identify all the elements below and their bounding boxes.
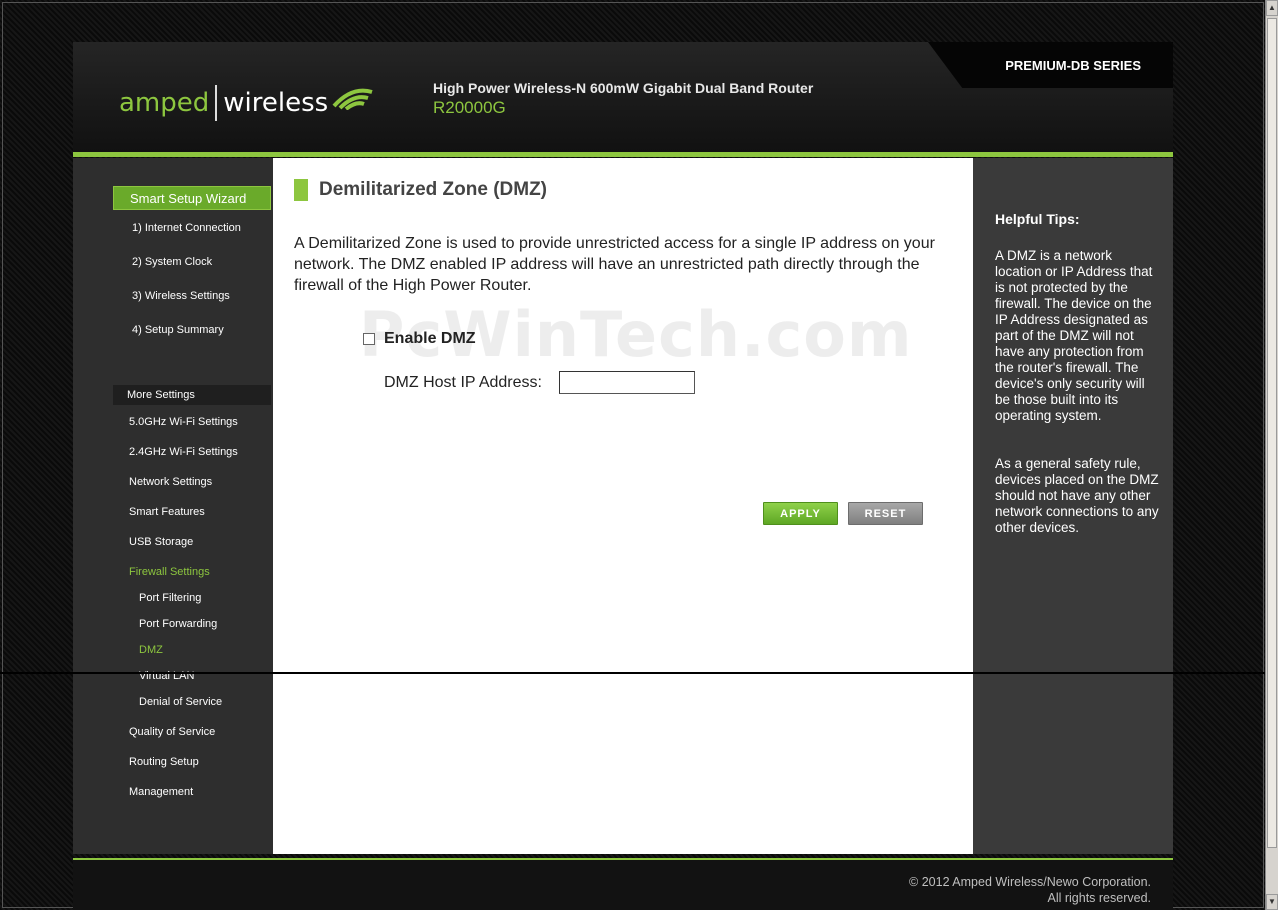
page-title: Demilitarized Zone (DMZ) xyxy=(319,179,548,200)
sidebar-item-system-clock[interactable]: 2) System Clock xyxy=(132,256,212,268)
sidebar-nav: Smart Setup Wizard 1) Internet Connectio… xyxy=(113,158,273,854)
sidebar-item-usb-storage[interactable]: USB Storage xyxy=(129,536,193,548)
series-badge: PREMIUM-DB SERIES xyxy=(928,42,1173,88)
copyright: © 2012 Amped Wireless/Newo Corporation. … xyxy=(909,874,1151,906)
sidebar-item-routing-setup[interactable]: Routing Setup xyxy=(129,756,199,768)
sidebar-item-internet-connection[interactable]: 1) Internet Connection xyxy=(132,222,241,234)
sidebar-item-5ghz-wifi[interactable]: 5.0GHz Wi-Fi Settings xyxy=(129,416,238,428)
sidebar-item-wireless-settings[interactable]: 3) Wireless Settings xyxy=(132,290,230,302)
sidebar-item-port-filtering[interactable]: Port Filtering xyxy=(139,592,201,604)
scrollbar-thumb[interactable] xyxy=(1267,18,1277,848)
sidebar-item-smart-features[interactable]: Smart Features xyxy=(129,506,205,518)
footer: © 2012 Amped Wireless/Newo Corporation. … xyxy=(73,860,1173,910)
product-info: High Power Wireless-N 600mW Gigabit Dual… xyxy=(433,80,813,118)
logo-wireless-text: wireless xyxy=(223,88,329,118)
sidebar-item-setup-summary[interactable]: 4) Setup Summary xyxy=(132,324,224,336)
title-accent-bar xyxy=(294,179,308,201)
main-area: Smart Setup Wizard 1) Internet Connectio… xyxy=(73,158,1173,854)
enable-dmz-checkbox[interactable] xyxy=(363,333,375,345)
copyright-line-2: All rights reserved. xyxy=(1047,891,1151,905)
dmz-description: A Demilitarized Zone is used to provide … xyxy=(294,235,935,294)
apply-button[interactable]: APPLY xyxy=(763,502,838,525)
frame-split-line xyxy=(0,672,1265,674)
sidebar-item-management[interactable]: Management xyxy=(129,786,193,798)
logo-amped-text: amped xyxy=(119,88,210,118)
amped-wireless-logo: amped wireless xyxy=(119,80,376,126)
sidebar-item-port-forwarding[interactable]: Port Forwarding xyxy=(139,618,217,630)
tips-title: Helpful Tips: xyxy=(995,211,1080,227)
copyright-line-1: © 2012 Amped Wireless/Newo Corporation. xyxy=(909,875,1151,889)
sidebar-item-24ghz-wifi[interactable]: 2.4GHz Wi-Fi Settings xyxy=(129,446,238,458)
enable-dmz-label: Enable DMZ xyxy=(384,330,476,347)
dmz-host-ip-label: DMZ Host IP Address: xyxy=(384,374,542,391)
sidebar-item-denial-of-service[interactable]: Denial of Service xyxy=(139,696,222,708)
sidebar-item-network-settings[interactable]: Network Settings xyxy=(129,476,212,488)
tips-paragraph-1: A DMZ is a network location or IP Addres… xyxy=(995,248,1153,423)
sidebar-wizard-header[interactable]: Smart Setup Wizard xyxy=(113,186,271,210)
dmz-host-ip-input[interactable] xyxy=(559,371,695,394)
logo-separator xyxy=(215,85,218,121)
sidebar-item-quality-of-service[interactable]: Quality of Service xyxy=(129,726,215,738)
scroll-up-arrow-icon[interactable]: ▲ xyxy=(1266,0,1278,16)
reset-button[interactable]: RESET xyxy=(848,502,923,525)
scroll-down-arrow-icon[interactable]: ▼ xyxy=(1266,894,1278,910)
wifi-waves-icon xyxy=(332,88,373,110)
sidebar-item-dmz[interactable]: DMZ xyxy=(139,644,163,656)
sidebar-item-firewall-settings[interactable]: Firewall Settings xyxy=(129,566,210,578)
helpful-tips-panel: Helpful Tips: A DMZ is a network locatio… xyxy=(973,158,1173,854)
vertical-scrollbar[interactable]: ▲ ▼ xyxy=(1265,0,1278,910)
content-panel: Demilitarized Zone (DMZ) A Demilitarized… xyxy=(273,158,973,854)
router-admin-page: amped wireless High Power Wireless-N 600… xyxy=(73,42,1173,910)
header-divider xyxy=(73,152,1173,157)
sidebar-more-settings-header: More Settings xyxy=(113,385,271,405)
model-number: R20000G xyxy=(433,98,506,117)
product-line: High Power Wireless-N 600mW Gigabit Dual… xyxy=(433,80,814,96)
tips-paragraph-2: As a general safety rule, devices placed… xyxy=(995,456,1159,535)
enable-dmz-row: Enable DMZ xyxy=(363,330,476,348)
header: amped wireless High Power Wireless-N 600… xyxy=(73,42,1173,152)
